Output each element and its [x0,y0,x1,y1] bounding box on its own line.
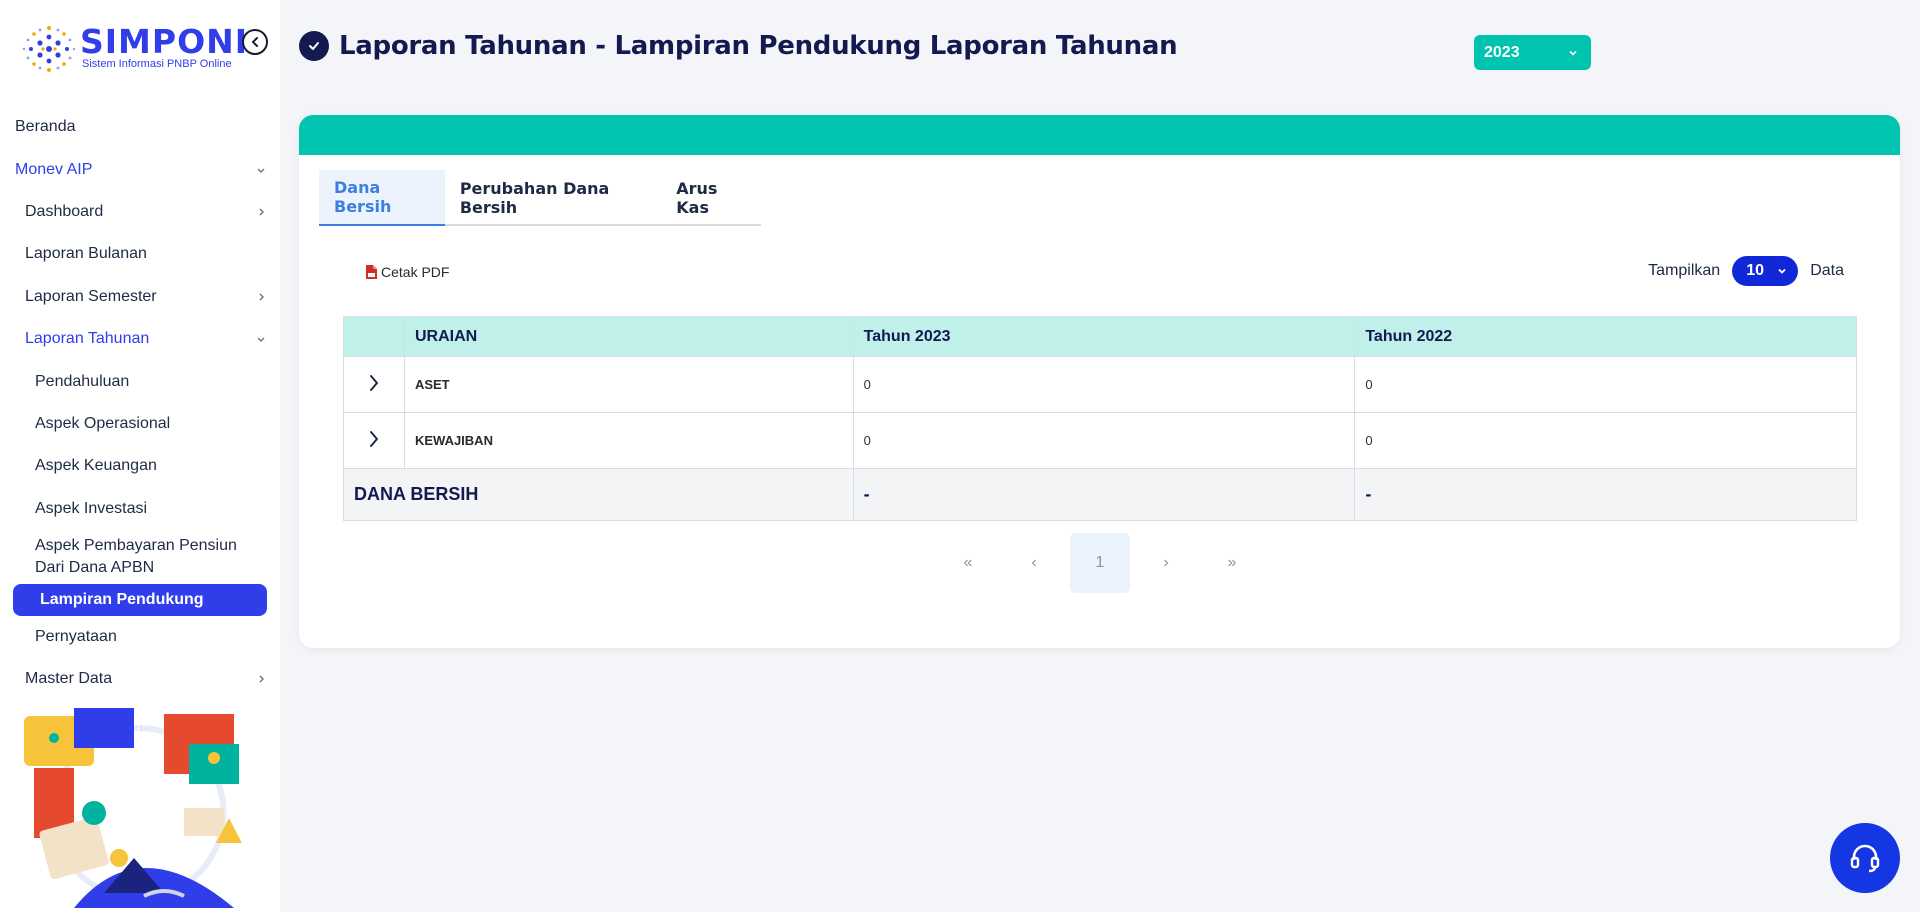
year-select-value: 2023 [1484,43,1520,61]
row-value-2023: 0 [852,356,1356,413]
row-value-2022: 0 [1354,356,1857,413]
page-size-control: Tampilkan 10 Data [1648,256,1844,286]
chevron-down-icon [1569,50,1577,56]
check-circle-icon [299,31,329,61]
sidebar: SIMPONI Sistem Informasi PNBP Online Ber… [0,0,280,912]
sidebar-item-monev-aip[interactable]: Monev AIP [0,148,280,190]
pdf-icon [366,265,377,279]
main-card: Dana Bersih Perubahan Dana Bersih Arus K… [299,115,1900,648]
sidebar-item-aspek-pembayaran-pensiun[interactable]: Aspek Pembayaran Pensiun Dari Dana APBN [0,530,280,584]
sidebar-item-master-data[interactable]: Master Data [0,658,280,700]
help-support-button[interactable] [1830,823,1900,893]
dana-bersih-table: URAIAN Tahun 2023 Tahun 2022 ASET 0 0 KE… [343,316,1857,521]
chevron-down-icon [257,337,265,343]
brand-name: SIMPONI [80,22,249,61]
tabs: Dana Bersih Perubahan Dana Bersih Arus K… [319,170,761,226]
sidebar-item-laporan-bulanan[interactable]: Laporan Bulanan [0,233,280,275]
sidebar-item-aspek-keuangan[interactable]: Aspek Keuangan [0,445,280,487]
expand-column-header [343,316,405,357]
sidebar-nav: Beranda Monev AIP Dashboard Laporan Bula… [0,106,280,701]
data-label: Data [1810,262,1844,279]
sidebar-item-pendahuluan[interactable]: Pendahuluan [0,360,280,402]
sidebar-item-dashboard[interactable]: Dashboard [0,191,280,233]
print-pdf-label: Cetak PDF [381,264,450,280]
page-title: Laporan Tahunan - Lampiran Pendukung Lap… [339,31,1178,61]
tab-label: Dana Bersih [334,178,392,216]
sidebar-item-label: Aspek Pembayaran Pensiun Dari Dana APBN [35,536,237,576]
tab-perubahan-dana-bersih[interactable]: Perubahan Dana Bersih [445,170,661,226]
page-header: Laporan Tahunan - Lampiran Pendukung Lap… [299,30,1178,62]
pagination-next-button[interactable]: › [1136,533,1196,593]
collapse-sidebar-button[interactable] [242,29,268,55]
sidebar-item-aspek-investasi[interactable]: Aspek Investasi [0,488,280,530]
brand[interactable]: SIMPONI Sistem Informasi PNBP Online [18,18,268,80]
simponi-logo-icon [22,26,76,72]
sidebar-item-label: Aspek Keuangan [35,457,157,475]
tab-label: Perubahan Dana Bersih [459,179,610,217]
pagination-page-current[interactable]: 1 [1070,533,1130,593]
pagination-last-button[interactable]: » [1202,533,1262,593]
row-value-2023: 0 [852,412,1356,469]
sidebar-illustration-image [14,708,264,908]
total-value-2022: - [1354,468,1857,521]
chevron-right-icon [259,208,264,216]
table-row: ASET 0 0 [343,356,1857,413]
expand-row-button[interactable] [343,412,405,469]
sidebar-item-label: Aspek Operasional [35,414,171,432]
print-pdf-button[interactable]: Cetak PDF [365,261,449,283]
sidebar-item-laporan-tahunan[interactable]: Laporan Tahunan [0,318,280,360]
chevron-right-icon [259,293,264,301]
total-label: DANA BERSIH [343,468,854,521]
tab-dana-bersih[interactable]: Dana Bersih [319,170,445,226]
row-label: ASET [403,356,854,413]
tab-label: Arus Kas [676,179,718,217]
chevron-right-icon [369,375,378,391]
pagination: « ‹ 1 › » [935,533,1265,593]
sidebar-item-label: Laporan Semester [25,287,157,305]
row-label: KEWAJIBAN [403,412,854,469]
table-header-row: URAIAN Tahun 2023 Tahun 2022 [343,316,1857,357]
tab-arus-kas[interactable]: Arus Kas [661,170,761,226]
sidebar-item-label: Dashboard [25,202,104,220]
show-label: Tampilkan [1648,262,1721,279]
pagination-first-button[interactable]: « [938,533,998,593]
sidebar-item-beranda[interactable]: Beranda [0,106,280,148]
chevron-right-icon [259,675,264,683]
sidebar-item-label: Laporan Bulanan [25,245,147,263]
expand-row-button[interactable] [343,356,405,413]
column-header-tahun-2023: Tahun 2023 [852,316,1356,357]
table-total-row: DANA BERSIH - - [343,468,1857,521]
sidebar-item-aspek-operasional[interactable]: Aspek Operasional [0,403,280,445]
table-row: KEWAJIBAN 0 0 [343,412,1857,469]
chevron-down-icon [257,168,265,173]
sidebar-item-label: Beranda [15,118,76,136]
column-header-tahun-2022: Tahun 2022 [1354,316,1857,357]
headset-icon [1850,844,1880,873]
row-value-2022: 0 [1354,412,1857,469]
sidebar-item-label: Laporan Tahunan [25,330,150,348]
pagination-prev-button[interactable]: ‹ [1004,533,1064,593]
sidebar-item-label: Lampiran Pendukung [40,590,204,608]
page-size-select[interactable]: 10 [1732,256,1799,286]
sidebar-item-label: Pendahuluan [35,372,130,390]
chevron-left-icon [252,37,258,47]
total-value-2023: - [852,468,1356,521]
sidebar-item-label: Pernyataan [35,628,117,646]
year-select[interactable]: 2023 [1474,35,1591,70]
card-header-bar [299,115,1900,155]
page-size-value: 10 [1746,262,1764,279]
chevron-right-icon [369,431,378,447]
brand-subtitle: Sistem Informasi PNBP Online [82,58,232,70]
sidebar-item-lampiran-pendukung[interactable]: Lampiran Pendukung [13,583,267,616]
sidebar-item-label: Master Data [25,670,113,688]
sidebar-item-pernyataan[interactable]: Pernyataan [0,616,280,658]
chevron-down-icon [1778,268,1786,274]
sidebar-item-label: Monev AIP [15,160,93,178]
column-header-uraian: URAIAN [403,316,854,357]
sidebar-item-label: Aspek Investasi [35,499,148,517]
sidebar-item-laporan-semester[interactable]: Laporan Semester [0,276,280,318]
